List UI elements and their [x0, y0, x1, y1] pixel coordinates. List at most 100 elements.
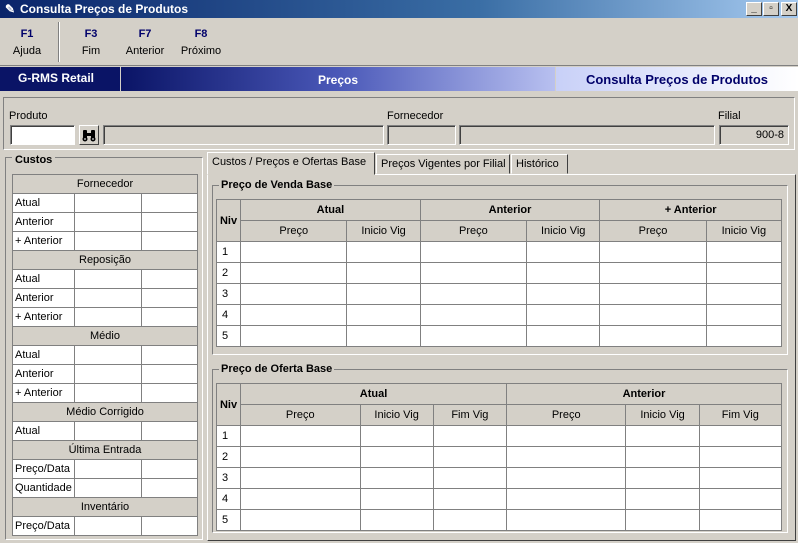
- custos-date-cell: [140, 459, 199, 479]
- grid-cell[interactable]: [359, 425, 434, 447]
- grid-cell[interactable]: [625, 467, 700, 489]
- grid-cell[interactable]: [705, 283, 783, 305]
- help-button[interactable]: F1 Ajuda: [10, 28, 44, 57]
- grid-cell[interactable]: [419, 262, 528, 284]
- grid-cell[interactable]: [240, 304, 348, 326]
- produto-code-input[interactable]: [10, 125, 75, 145]
- grid-cell[interactable]: [240, 283, 348, 305]
- grid-cell[interactable]: [419, 325, 528, 347]
- grid-cell[interactable]: [698, 446, 783, 468]
- tab-custos-precos-ofertas[interactable]: Custos / Preços e Ofertas Base: [207, 152, 375, 175]
- custos-row-label: + Anterior: [12, 383, 75, 403]
- custos-section-title: Inventário: [12, 497, 198, 517]
- grid-cell[interactable]: [505, 425, 627, 447]
- grid-cell[interactable]: [240, 488, 361, 510]
- search-button[interactable]: [79, 125, 99, 145]
- custos-section-header: Última Entrada: [12, 440, 198, 460]
- grid-cell[interactable]: [346, 304, 421, 326]
- grid-cell[interactable]: [346, 283, 421, 305]
- grid-cell[interactable]: [359, 488, 434, 510]
- grid-cell[interactable]: [432, 488, 508, 510]
- grid-cell[interactable]: [505, 509, 627, 531]
- grid-cell[interactable]: [432, 446, 508, 468]
- grid-cell[interactable]: [346, 262, 421, 284]
- niv-header: Niv: [215, 199, 242, 242]
- toolbar-separator: [58, 22, 60, 62]
- custos-row: Atual: [12, 193, 199, 213]
- grid-cell[interactable]: [432, 425, 508, 447]
- custos-row-label: Anterior: [12, 364, 75, 384]
- grid-column-header: Inicio Vig: [346, 220, 421, 242]
- custos-section-title: Reposição: [12, 250, 198, 270]
- custos-row: + Anterior: [12, 307, 199, 327]
- grid-cell[interactable]: [359, 467, 434, 489]
- custos-row-label: Preço/Data: [12, 516, 75, 536]
- grid-cell[interactable]: [346, 241, 421, 263]
- grid-cell[interactable]: [505, 467, 627, 489]
- grid-cell[interactable]: [505, 488, 627, 510]
- tab-precos-vigentes-filial[interactable]: Preços Vigentes por Filial: [376, 154, 510, 174]
- previous-button[interactable]: F7 Anterior: [124, 28, 166, 57]
- grid-cell[interactable]: [526, 325, 601, 347]
- restore-button[interactable]: ▫: [763, 2, 779, 16]
- grid-cell[interactable]: [432, 467, 508, 489]
- grid-cell[interactable]: [240, 325, 348, 347]
- custos-value-cell: [73, 516, 142, 536]
- grid-cell[interactable]: [526, 241, 601, 263]
- grid-cell[interactable]: [526, 304, 601, 326]
- exit-button[interactable]: F3 Fim: [74, 28, 108, 57]
- preco-oferta-table: Niv Atual Anterior Preço Inicio Vig Fim Vig Pr…: [215, 383, 783, 531]
- grid-cell[interactable]: [526, 262, 601, 284]
- grid-cell[interactable]: [625, 446, 700, 468]
- module-banner: G-RMS Retail Preços Consulta Preços de P…: [0, 67, 798, 91]
- tab-panel: Preço de Venda Base Niv Atual Anterior + An…: [207, 174, 796, 541]
- grid-cell[interactable]: [625, 509, 700, 531]
- grid-cell[interactable]: [698, 509, 783, 531]
- grid-column-header: Inicio Vig: [526, 220, 601, 242]
- grid-cell[interactable]: [432, 509, 508, 531]
- grid-cell[interactable]: [240, 241, 348, 263]
- grid-cell[interactable]: [599, 283, 707, 305]
- grid-cell[interactable]: [240, 509, 361, 531]
- grid-cell[interactable]: [359, 446, 434, 468]
- grid-cell[interactable]: [705, 304, 783, 326]
- grid-cell[interactable]: [419, 304, 528, 326]
- grid-cell[interactable]: [419, 283, 528, 305]
- grid-cell[interactable]: [698, 488, 783, 510]
- grid-group-header: + Anterior: [599, 199, 782, 221]
- grid-cell[interactable]: [705, 241, 783, 263]
- grid-cell[interactable]: [625, 488, 700, 510]
- grid-cell[interactable]: [505, 446, 627, 468]
- grid-cell[interactable]: [346, 325, 421, 347]
- custos-date-cell: [140, 364, 199, 384]
- grid-cell[interactable]: [698, 425, 783, 447]
- custos-value-cell: [73, 193, 142, 213]
- close-button[interactable]: X: [781, 2, 797, 16]
- grid-cell[interactable]: [359, 509, 434, 531]
- grid-cell[interactable]: [705, 262, 783, 284]
- grid-row: 1: [215, 425, 783, 447]
- grid-cell[interactable]: [599, 304, 707, 326]
- grid-cell[interactable]: [599, 262, 707, 284]
- next-button[interactable]: F8 Próximo: [178, 28, 224, 57]
- title-bar: ✎ Consulta Preços de Produtos _ ▫ X: [0, 0, 798, 18]
- grid-cell[interactable]: [698, 467, 783, 489]
- grid-cell[interactable]: [526, 283, 601, 305]
- f7-key: F7: [138, 28, 152, 40]
- grid-cell[interactable]: [599, 241, 707, 263]
- tab-historico[interactable]: Histórico: [511, 154, 568, 174]
- grid-cell[interactable]: [240, 425, 361, 447]
- grid-row: 4: [215, 304, 783, 326]
- grid-cell[interactable]: [705, 325, 783, 347]
- grid-cell[interactable]: [240, 262, 348, 284]
- minimize-button[interactable]: _: [746, 2, 762, 16]
- function-key-toolbar: F1 Ajuda F3 Fim F7 Anterior F8 Próximo: [0, 18, 798, 66]
- grid-cell[interactable]: [599, 325, 707, 347]
- grid-cell[interactable]: [240, 467, 361, 489]
- grid-cell[interactable]: [240, 446, 361, 468]
- custos-section-header: Médio Corrigido: [12, 402, 198, 422]
- app-icon: ✎: [4, 2, 16, 16]
- grid-cell[interactable]: [419, 241, 528, 263]
- grid-cell[interactable]: [625, 425, 700, 447]
- grid-column-header: Preço: [419, 220, 528, 242]
